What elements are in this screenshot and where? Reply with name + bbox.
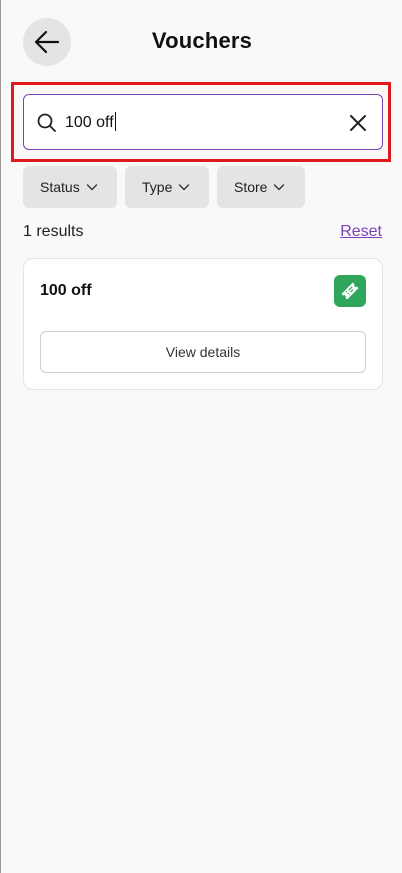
search-input-text: 100 off	[65, 114, 114, 131]
voucher-title: 100 off	[40, 282, 92, 299]
voucher-ticket-icon	[334, 275, 366, 307]
search-icon	[37, 113, 56, 132]
chevron-down-icon	[274, 184, 285, 191]
status-filter-button[interactable]: Status	[23, 166, 117, 208]
search-input-value[interactable]: 100 off	[65, 112, 116, 134]
close-icon[interactable]	[346, 111, 370, 135]
type-filter-button[interactable]: Type	[125, 166, 209, 208]
results-count: 1 results	[23, 223, 84, 240]
type-filter-label: Type	[142, 179, 173, 195]
header: Vouchers	[1, 0, 402, 84]
page-title: Vouchers	[151, 28, 253, 53]
status-filter-label: Status	[40, 179, 80, 195]
voucher-card: 100 off View details	[23, 258, 383, 390]
store-filter-label: Store	[234, 179, 268, 195]
chevron-down-icon	[179, 184, 190, 191]
reset-link[interactable]: Reset	[340, 223, 382, 241]
store-filter-button[interactable]: Store	[217, 166, 305, 208]
text-caret	[114, 112, 116, 131]
view-details-button[interactable]: View details	[40, 331, 366, 373]
chevron-down-icon	[86, 184, 97, 191]
search-input[interactable]: 100 off	[23, 94, 383, 150]
